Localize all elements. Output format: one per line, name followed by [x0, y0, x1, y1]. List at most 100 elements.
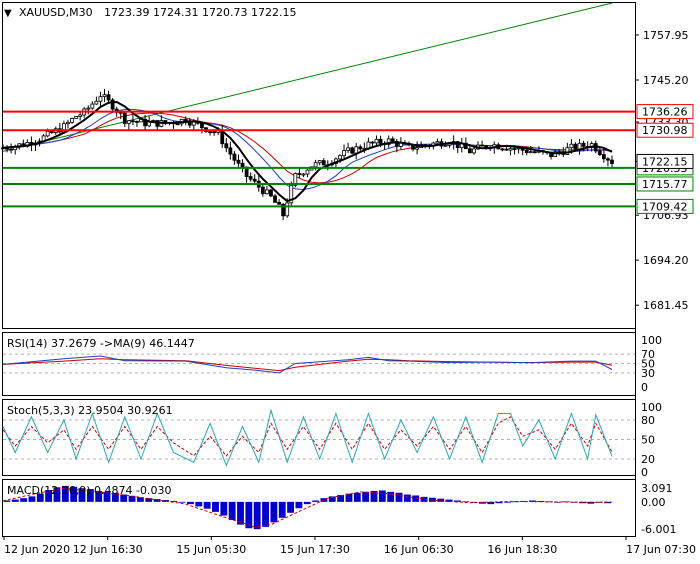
macd-label: MACD(12,26,9) 0.4874 -0.030	[7, 484, 171, 497]
candle-body	[135, 120, 139, 123]
candle-body	[532, 151, 537, 154]
candle-body	[342, 150, 346, 157]
macd-bar	[212, 501, 219, 512]
candle-body	[370, 141, 375, 144]
candle-body	[601, 154, 606, 160]
candle-body	[467, 148, 472, 154]
x-axis: 12 Jun 2020 12 Jun 16:30 15 Jun 05:30 15 Ju…	[3, 536, 696, 556]
candle-body	[528, 151, 533, 154]
macd-bar	[303, 501, 311, 505]
price-tick-label: 1757.95	[643, 29, 689, 42]
macd-bar	[270, 501, 278, 523]
candle-body	[354, 146, 359, 154]
macd-bar	[228, 501, 236, 521]
candle-body	[240, 162, 245, 168]
candle-body	[358, 146, 363, 150]
level-tag-label: 1709.42	[642, 200, 688, 213]
x-tick-label: 15 Jun 05:30	[176, 543, 246, 556]
candle-body	[378, 138, 383, 144]
x-tick-label: 15 Jun 17:30	[280, 543, 350, 556]
candle-body	[212, 131, 217, 134]
stoch-tick-label: 50	[641, 434, 655, 447]
candle-body	[346, 147, 351, 151]
chart-root: 1757.951745.201733.301722.151706.931694.…	[0, 0, 700, 560]
candle-body	[236, 159, 241, 164]
candle-body	[131, 120, 135, 123]
candle-body	[305, 169, 310, 175]
candle-body	[90, 103, 95, 109]
macd-bar	[295, 501, 303, 509]
candle-body	[508, 148, 513, 151]
candle-body	[390, 138, 395, 142]
macd-bar	[253, 501, 261, 530]
macd-bar	[28, 496, 36, 502]
candle-body	[512, 148, 517, 150]
rsi-tick-label: 100	[641, 334, 662, 347]
price-tick-label: 1745.20	[643, 74, 689, 87]
candle-body	[70, 117, 74, 123]
macd-bar	[178, 501, 186, 503]
macd-bar	[403, 494, 411, 502]
macd-tick-label: 0.00	[641, 496, 666, 509]
macd-bar	[278, 501, 286, 518]
candle-body	[313, 162, 318, 168]
macd-bar	[378, 490, 386, 502]
ohlc-readout: 1723.39 1724.31 1720.73 1722.15	[104, 6, 296, 19]
candle-body	[443, 144, 448, 147]
candle-body	[200, 122, 204, 129]
macd-bar	[312, 500, 320, 502]
x-tick-label: 12 Jun 16:30	[73, 543, 143, 556]
candle-body	[524, 149, 529, 153]
stoch-tick-label: 0	[641, 466, 648, 479]
candle-body	[338, 155, 342, 160]
candle-body	[66, 121, 70, 125]
candle-body	[301, 173, 306, 176]
x-tick-label: 16 Jun 06:30	[384, 543, 454, 556]
candle-body	[435, 141, 440, 144]
macd-bar	[262, 501, 269, 527]
candle-body	[228, 147, 233, 155]
macd-bar	[187, 501, 194, 505]
macd-tick-label: -6.001	[641, 523, 676, 536]
candle-body	[277, 201, 281, 205]
x-tick-label: 17 Jun 07:30	[626, 543, 696, 556]
macd-bar	[20, 498, 28, 502]
stoch-tick-label: 100	[641, 401, 662, 414]
macd-bar	[195, 501, 203, 507]
candle-body	[504, 148, 509, 151]
candle-body	[86, 107, 91, 110]
candle-body	[106, 94, 111, 101]
candle-body	[102, 94, 107, 98]
candle-body	[447, 143, 452, 146]
stoch-label: Stoch(5,3,3) 23.9504 30.9261	[7, 404, 173, 417]
current-price-label: 1722.15	[642, 155, 688, 168]
chart-menu-icon[interactable]: ▼	[4, 8, 12, 19]
candle-body	[374, 138, 379, 144]
price-tick-label: 1681.45	[643, 299, 689, 312]
rsi-tick-label: 0	[641, 381, 648, 394]
candle-body	[480, 144, 484, 147]
candle-body	[285, 202, 290, 217]
candle-body	[9, 148, 14, 151]
candle-body	[500, 148, 505, 151]
macd-bar	[220, 501, 228, 516]
price-pane	[2, 2, 636, 329]
candle-body	[187, 122, 192, 126]
macd-bar	[437, 498, 445, 502]
candle-body	[94, 100, 99, 105]
candle-body	[569, 143, 574, 149]
stoch-tick-label: 80	[641, 414, 655, 427]
macd-tick-label: 3.091	[641, 482, 673, 495]
level-tag-label: 1715.77	[642, 178, 688, 191]
candle-body	[269, 189, 273, 197]
x-tick-label: 12 Jun 2020	[4, 543, 70, 556]
candle-body	[610, 159, 614, 164]
candle-body	[273, 195, 277, 203]
candle-body	[597, 150, 602, 155]
candle-body	[232, 153, 237, 161]
candle-body	[49, 130, 54, 134]
x-tick-label: 16 Jun 18:30	[487, 543, 557, 556]
rsi-tick-label: 30	[641, 367, 655, 380]
candle-body	[317, 160, 322, 164]
macd-bar	[11, 499, 19, 502]
